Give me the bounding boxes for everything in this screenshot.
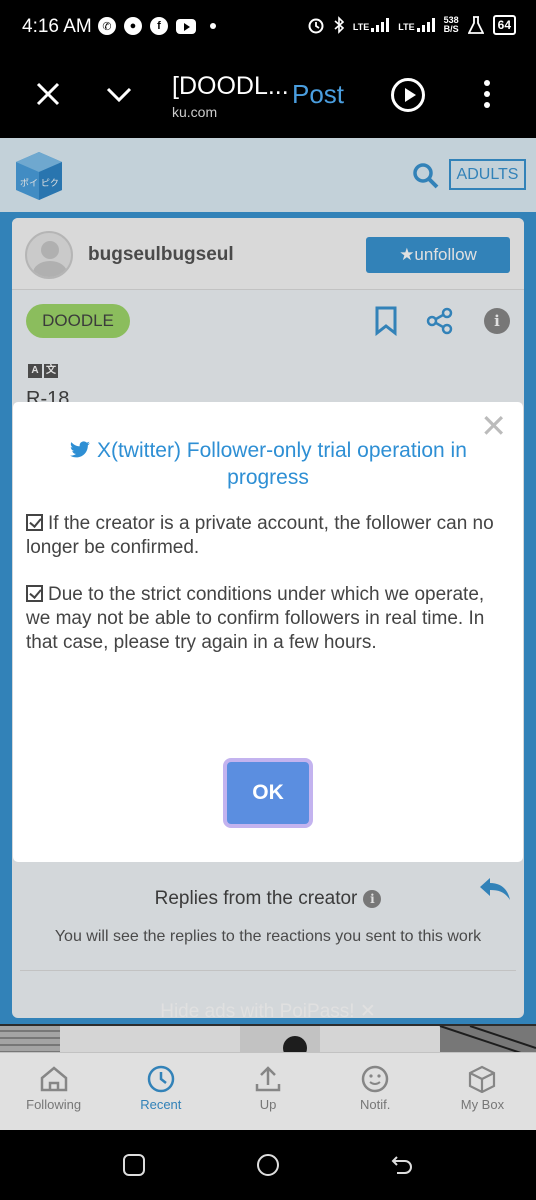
chevron-down-icon[interactable]: [104, 80, 134, 108]
whatsapp-icon: ✆: [98, 17, 116, 35]
checkbox-icon: [26, 585, 43, 602]
more-menu-icon[interactable]: [484, 80, 492, 110]
dialog-title-text: X(twitter) Follower-only trial operation…: [96, 439, 467, 489]
system-icons: LTE LTE 538 B/S 64: [307, 15, 516, 35]
system-nav-bar: [0, 1130, 536, 1200]
bluetooth-icon: [334, 16, 344, 34]
play-icon[interactable]: [391, 78, 425, 112]
dialog-paragraph-2: Due to the strict conditions under which…: [26, 583, 510, 655]
chat-icon: ●: [124, 17, 142, 35]
signal-1: LTE: [352, 18, 390, 32]
dialog-title: X(twitter) Follower-only trial operation…: [33, 437, 503, 491]
back-icon[interactable]: [391, 1154, 413, 1176]
twitter-bird-icon: [70, 441, 90, 458]
page-url: ku.com: [172, 104, 218, 120]
status-time: 4:16 AM: [22, 16, 92, 37]
notification-icons: ✆ ● f: [98, 17, 216, 35]
checkbox-icon: [26, 514, 43, 531]
signal-2: LTE: [398, 18, 435, 32]
dialog-paragraph-1: If the creator is a private account, the…: [26, 512, 510, 560]
dialog-paragraph-2-text: Due to the strict conditions under which…: [26, 584, 485, 653]
follower-trial-dialog: ✕ X(twitter) Follower-only trial operati…: [13, 402, 523, 862]
page-title: [DOODL...: [172, 72, 289, 100]
more-notifications-icon: [210, 23, 216, 29]
alarm-icon: [308, 18, 324, 34]
ok-button[interactable]: OK: [223, 758, 313, 828]
battery-indicator: 64: [492, 15, 516, 35]
net-speed: 538 B/S: [444, 16, 459, 34]
close-icon[interactable]: [34, 80, 62, 108]
browser-toolbar: [DOODL... ku.com Post: [0, 56, 536, 138]
facebook-icon: f: [150, 17, 168, 35]
network-type-2: LTE: [398, 22, 415, 32]
recents-icon[interactable]: [123, 1154, 145, 1176]
youtube-icon: [176, 18, 196, 34]
net-speed-unit: B/S: [443, 24, 459, 34]
dialog-paragraph-1-text: If the creator is a private account, the…: [26, 513, 494, 558]
post-button[interactable]: Post: [292, 79, 344, 110]
home-nav-icon[interactable]: [257, 1154, 279, 1176]
network-type-1: LTE: [352, 22, 370, 32]
status-bar: 4:16 AM ✆ ● f LTE LTE 538 B/S 64: [0, 0, 536, 56]
flask-icon: [467, 16, 484, 34]
